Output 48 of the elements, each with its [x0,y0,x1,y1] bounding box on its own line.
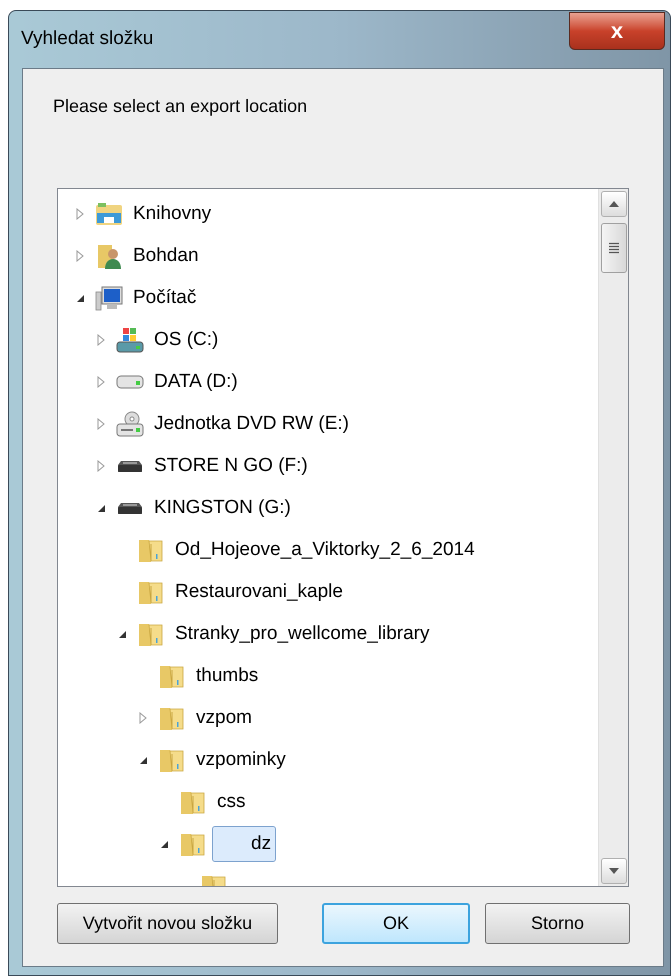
collapse-triangle-icon[interactable] [97,504,106,512]
tree-item[interactable]: css [212,784,250,820]
collapse-triangle-icon[interactable] [118,630,127,638]
tree-item[interactable]: Bohdan [128,238,204,274]
tree-item[interactable]: Počítač [128,280,202,316]
grip-icon [608,242,618,254]
expand-triangle-icon[interactable] [97,460,105,472]
collapse-triangle-icon[interactable] [139,756,148,764]
down-arrow-icon [608,868,618,874]
tree-item[interactable]: STORE N GO (F:) [149,448,313,484]
tree-item[interactable]: dz [212,826,276,862]
drive-icon [116,375,144,389]
windows-drive-icon [115,326,145,354]
expand-triangle-icon[interactable] [139,712,147,724]
scroll-thumb[interactable] [600,223,626,273]
scroll-up-button[interactable] [600,191,626,217]
tree-item[interactable]: vzpominky [191,742,291,778]
dvd-drive-icon [115,410,145,438]
tree-item[interactable]: thumbs [191,658,264,694]
tree-item[interactable]: Jednotka DVD RW (E:) [149,406,354,442]
tree-item[interactable]: Od_Hojeove_a_Viktorky_2_6_2014 [170,532,480,568]
tree-item[interactable]: DATA (D:) [149,364,243,400]
tree-item[interactable]: KINGSTON (G:) [149,490,296,526]
dialog-button[interactable]: OK [322,903,470,944]
expand-triangle-icon[interactable] [97,376,105,388]
computer-icon [94,284,124,312]
tree-item[interactable]: OS (C:) [149,322,224,358]
tree-item[interactable]: Stranky_pro_wellcome_library [170,616,434,652]
dialog-button[interactable]: Vytvořit novou složku [57,903,278,944]
removable-drive-icon [117,502,143,514]
removable-drive-icon [117,460,143,472]
expand-triangle-icon[interactable] [97,418,105,430]
close-button[interactable]: x [569,12,665,50]
tree-item[interactable]: Knihovny [128,196,216,232]
collapse-triangle-icon[interactable] [76,294,85,302]
expand-triangle-icon[interactable] [97,334,105,346]
scroll-down-button[interactable] [600,858,626,884]
dialog-button[interactable]: Storno [485,903,630,944]
scrollbar[interactable] [598,189,628,886]
library-icon [94,200,124,228]
up-arrow-icon [608,201,618,207]
tree-item[interactable]: vzpom [191,700,257,736]
expand-triangle-icon[interactable] [76,208,84,220]
tree-item[interactable]: Restaurovani_kaple [170,574,348,610]
window-title: Vyhledat složku [21,27,154,52]
collapse-triangle-icon[interactable] [160,840,169,848]
prompt-text: Please select an export location [53,95,308,118]
expand-triangle-icon[interactable] [76,250,84,262]
